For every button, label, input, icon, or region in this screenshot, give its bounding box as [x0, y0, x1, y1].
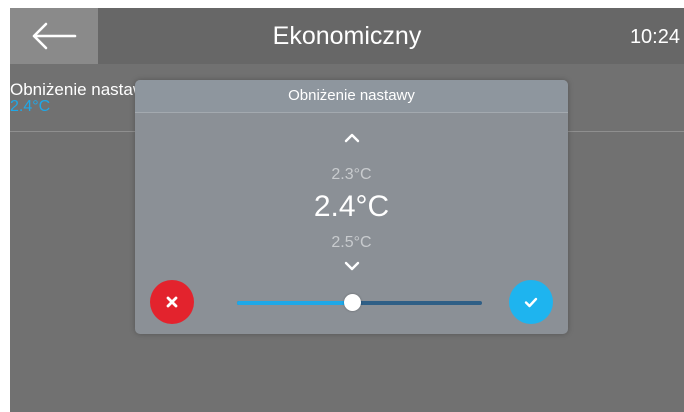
previous-option[interactable]: 2.3°C: [135, 166, 568, 184]
value-slider[interactable]: [237, 294, 482, 311]
confirm-button[interactable]: [509, 280, 553, 324]
value-picker-dialog: Obniżenie nastawy 2.3°C 2.4°C 2.5°C: [135, 80, 568, 334]
check-icon: [524, 297, 538, 308]
page-title: Ekonomiczny: [272, 22, 422, 50]
top-bar: Ekonomiczny 10:24: [10, 8, 684, 64]
close-icon: [166, 296, 178, 308]
screen: Ekonomiczny 10:24 Obniżenie nastawy 2.4°…: [10, 8, 684, 412]
setting-value: 2.4°C: [10, 98, 51, 115]
chevron-up-icon: [344, 133, 359, 143]
slider-fill: [237, 301, 353, 305]
dialog-title: Obniżenie nastawy: [135, 80, 568, 113]
clock: 10:24: [629, 26, 680, 48]
increment-button[interactable]: [135, 130, 568, 148]
cancel-button[interactable]: [150, 280, 194, 324]
next-option[interactable]: 2.5°C: [135, 234, 568, 252]
slider-thumb[interactable]: [344, 294, 362, 311]
decrement-button[interactable]: [135, 258, 568, 276]
current-value: 2.4°C: [313, 190, 390, 223]
setting-label: Obniżenie nastawy: [10, 80, 154, 99]
chevron-down-icon: [344, 261, 359, 271]
